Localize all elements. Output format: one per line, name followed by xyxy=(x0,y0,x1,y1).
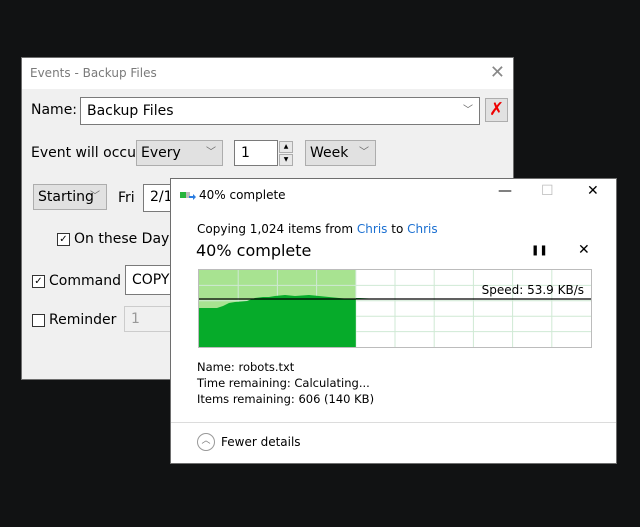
source-link[interactable]: Chris xyxy=(357,222,388,236)
copying-text: Copying 1,024 items from xyxy=(197,222,357,236)
cancel-button[interactable]: ✕ xyxy=(578,242,590,258)
divider xyxy=(171,422,616,423)
chevron-down-icon: ﹀ xyxy=(463,105,473,116)
start-mode-select[interactable]: Starting ﹀ xyxy=(33,184,107,210)
minimize-icon[interactable]: — xyxy=(498,183,512,199)
name-combobox[interactable]: Backup Files ﹀ xyxy=(80,97,480,125)
name-label: Name: xyxy=(197,360,235,374)
start-day-label: Fri xyxy=(118,190,135,206)
detail-items: Items remaining: 606 (140 KB) xyxy=(197,391,374,407)
items-label: Items remaining: xyxy=(197,392,295,406)
on-these-days-checkbox[interactable]: ✓ On these Days xyxy=(57,231,177,247)
pause-button[interactable]: ❚❚ xyxy=(531,245,548,256)
time-value: Calculating... xyxy=(294,376,370,390)
detail-name: Name: robots.txt xyxy=(197,359,374,375)
unit-value: Week xyxy=(310,145,349,161)
name-label: Name: xyxy=(31,102,78,118)
detail-time: Time remaining: Calculating... xyxy=(197,375,374,391)
destination-link[interactable]: Chris xyxy=(407,222,438,236)
close-icon[interactable]: ✕ xyxy=(587,183,599,199)
close-icon[interactable]: ✕ xyxy=(490,62,505,83)
frequency-select[interactable]: Every ﹀ xyxy=(136,140,223,166)
fewer-details-button[interactable]: ︿ Fewer details xyxy=(197,433,301,451)
checkbox-checked-icon: ✓ xyxy=(57,232,70,246)
chevron-down-icon: ﹀ xyxy=(359,147,369,158)
copy-app-icon xyxy=(180,192,196,200)
on-these-days-label: On these Days xyxy=(74,231,177,247)
spin-up-icon[interactable]: ▲ xyxy=(279,141,293,153)
unit-select[interactable]: Week ﹀ xyxy=(305,140,376,166)
name-value: robots.txt xyxy=(238,360,295,374)
checkbox-checked-icon: ✓ xyxy=(32,274,45,288)
time-label: Time remaining: xyxy=(197,376,291,390)
delete-event-button[interactable]: ✗ xyxy=(485,98,508,122)
command-checkbox[interactable]: ✓ Command xyxy=(32,273,121,289)
interval-input[interactable]: 1 xyxy=(234,140,278,166)
copy-progress-window: 40% complete — ☐ ✕ Copying 1,024 items f… xyxy=(170,178,617,464)
events-titlebar: Events - Backup Files ✕ xyxy=(22,58,513,89)
chevron-down-icon: ﹀ xyxy=(90,191,100,202)
reminder-label: Reminder xyxy=(49,312,117,328)
fewer-details-label: Fewer details xyxy=(221,435,301,449)
details-block: Name: robots.txt Time remaining: Calcula… xyxy=(197,359,374,407)
occur-label: Event will occur xyxy=(31,145,142,161)
copy-window-title: 40% complete xyxy=(199,188,286,202)
start-mode-value: Starting xyxy=(38,189,94,205)
checkbox-unchecked-icon xyxy=(32,313,45,327)
interval-spinner[interactable]: ▲ ▼ xyxy=(279,141,293,166)
chevron-down-icon: ﹀ xyxy=(206,147,216,158)
frequency-value: Every xyxy=(141,145,181,161)
chevron-up-icon: ︿ xyxy=(197,433,215,451)
command-label: Command xyxy=(49,273,121,289)
maximize-icon[interactable]: ☐ xyxy=(541,183,554,199)
spin-down-icon[interactable]: ▼ xyxy=(279,154,293,166)
copy-description: Copying 1,024 items from Chris to Chris xyxy=(197,222,438,236)
speed-graph xyxy=(198,269,592,348)
speed-label: Speed: 53.9 KB/s xyxy=(481,283,584,297)
events-window-title: Events - Backup Files xyxy=(30,66,157,80)
name-value: Backup Files xyxy=(87,103,174,119)
progress-heading: 40% complete xyxy=(196,241,312,260)
to-text: to xyxy=(387,222,408,236)
items-value: 606 (140 KB) xyxy=(298,392,375,406)
reminder-checkbox[interactable]: Reminder xyxy=(32,312,116,328)
